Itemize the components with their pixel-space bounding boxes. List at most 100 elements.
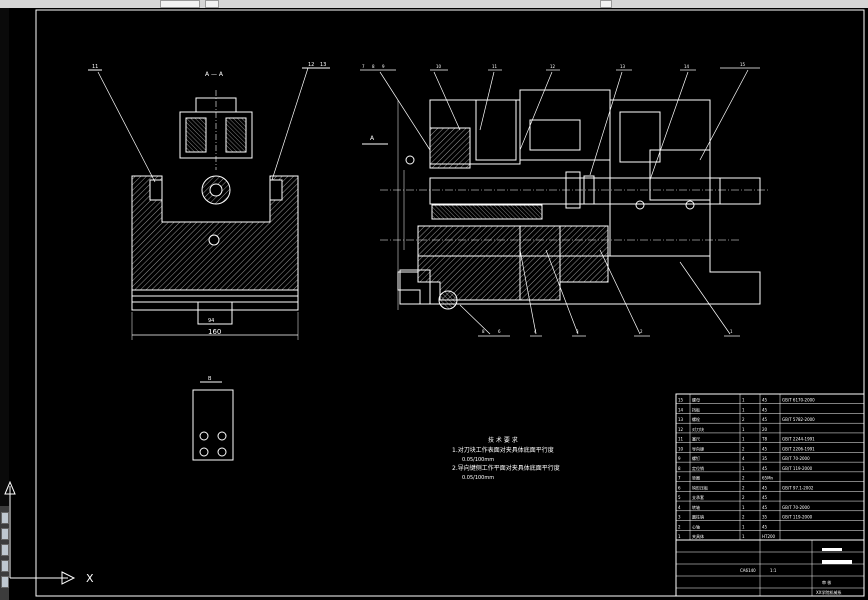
bom-cell: 45 [762, 466, 768, 471]
bom-cell: 45 [762, 417, 768, 422]
bom-cell: HT200 [762, 534, 776, 539]
bom-cell: 1 [742, 534, 745, 539]
bom-cell: 15 [678, 398, 684, 403]
bom-cell: 45 [762, 505, 768, 510]
bom-cell: 1 [742, 524, 745, 529]
bom-cell: 螺钉 [692, 455, 700, 461]
bom-cell: 2 [742, 515, 745, 520]
bom-cell: 螺栓 [692, 416, 700, 422]
bom-cell: 9 [678, 456, 681, 461]
bom-cell: 2 [742, 495, 745, 500]
bom-cell: 12 [678, 427, 684, 432]
svg-text:7: 7 [362, 64, 365, 69]
bom-cell: GB/T 2206-1991 [782, 446, 815, 451]
bom-cell: 心轴 [692, 523, 700, 529]
svg-text:XX学院机械系: XX学院机械系 [816, 589, 841, 595]
bom-cell: GB/T 5782-2000 [782, 417, 815, 422]
technical-requirements: 技 术 要 求 1.对刀块工作表面对夹具体底面平行度 0.05/100mm 2.… [452, 436, 560, 481]
bom-cell: 4 [742, 456, 745, 461]
bom-cell: 45 [762, 446, 768, 451]
bom-cell: 挡板 [692, 406, 700, 412]
svg-text:11: 11 [492, 64, 498, 69]
bom-cell: 定位销 [692, 465, 704, 471]
section-mark-a: A [370, 135, 375, 142]
svg-text:CA6140: CA6140 [740, 568, 756, 573]
tech-line-1: 1.对刀块工作表面对夹具体底面平行度 [452, 446, 554, 454]
dimension-160: 160 [208, 328, 221, 336]
bom-cell: 45 [762, 495, 768, 500]
ucs-icon: X [4, 480, 94, 585]
bom-cell: 1 [742, 437, 745, 442]
tech-line-2: 2.导向键侧工作平面对夹具体底面平行度 [452, 464, 560, 472]
tech-line-2-value: 0.05/100mm [462, 475, 494, 481]
bom-cell: 2 [742, 485, 745, 490]
bom-cell: 1 [742, 398, 745, 403]
bom-cell: 支承套 [692, 494, 704, 500]
bom-cell: 对刀块 [692, 426, 704, 432]
bom-cell: GB/T 97.1-2002 [782, 485, 814, 490]
bom-cell: 14 [678, 407, 684, 412]
svg-text:审 核: 审 核 [822, 579, 831, 585]
svg-text:3: 3 [576, 329, 579, 334]
bill-of-materials: 15 螺母 1 45 GB/T 6170-200014 挡板 1 4513 螺栓 2 45 GB/T … [675, 393, 865, 597]
bom-cell: 垫圈 [692, 475, 700, 481]
svg-text:13: 13 [320, 62, 326, 68]
bom-cell: T8 [761, 437, 767, 442]
bom-cell: GB/T 70-2000 [782, 456, 810, 461]
view-b: B [192, 376, 234, 461]
ucs-x-label: X [86, 572, 94, 585]
svg-text:9: 9 [382, 64, 385, 69]
bom-cell: 35 [762, 456, 768, 461]
bom-cell: 13 [678, 417, 684, 422]
svg-text:1:1: 1:1 [770, 568, 777, 573]
bom-cell: 45 [762, 398, 768, 403]
bom-cell: 1 [742, 466, 745, 471]
tech-line-1-value: 0.05/100mm [462, 457, 494, 463]
bom-cell: 1 [678, 534, 681, 539]
bom-cell: GB/T 119-2000 [782, 515, 813, 520]
bom-cell: GB/T 2244-1991 [782, 437, 815, 442]
svg-text:15: 15 [740, 62, 746, 67]
bom-cell: 钩形压板 [692, 484, 708, 490]
bom-cell: 2 [742, 476, 745, 481]
svg-text:13: 13 [620, 64, 626, 69]
bom-cell: 35 [762, 515, 768, 520]
svg-text:12: 12 [550, 64, 556, 69]
svg-text:14: 14 [684, 64, 690, 69]
svg-text:10: 10 [436, 64, 442, 69]
svg-text:11: 11 [92, 64, 98, 70]
bom-cell: 10 [678, 446, 684, 451]
view-b-title: B [208, 376, 212, 382]
bom-cell: 11 [678, 437, 684, 442]
bom-cell: 导向键 [692, 445, 704, 451]
tech-title: 技 术 要 求 [488, 436, 518, 444]
svg-text:4: 4 [534, 329, 537, 334]
bom-cell: 圆柱销 [692, 514, 704, 520]
cad-viewport[interactable]: A — A 160 94 11 12 13 A 7 8 9 10 11 12 1… [0, 0, 868, 600]
bom-cell: 65Mn [762, 476, 774, 481]
bom-cell: 1 [742, 407, 745, 412]
svg-text:8: 8 [372, 64, 375, 69]
bom-cell: 2 [742, 446, 745, 451]
svg-text:8: 8 [482, 329, 485, 334]
svg-text:2: 2 [640, 329, 643, 334]
bom-cell: 1 [742, 505, 745, 510]
bom-cell: 2 [678, 524, 681, 529]
dimension-94: 94 [208, 318, 214, 324]
svg-text:1: 1 [730, 329, 733, 334]
section-title-a: A — A [205, 71, 224, 78]
bom-cell: 8 [678, 466, 681, 471]
bom-cell: 45 [762, 485, 768, 490]
bom-cell: 1 [742, 427, 745, 432]
bom-cell: 塞尺 [692, 436, 700, 442]
svg-text:12: 12 [308, 62, 314, 68]
bom-cell: 45 [762, 524, 768, 529]
main-view: A 7 8 9 10 11 12 13 14 15 8 6 4 3 2 1 [360, 62, 770, 337]
bom-cell: GB/T 6170-2000 [782, 398, 815, 403]
bom-cell: 7 [678, 476, 681, 481]
bom-cell: 转轴 [692, 504, 700, 510]
drawing-canvas[interactable]: A — A 160 94 11 12 13 A 7 8 9 10 11 12 1… [0, 0, 868, 600]
bom-cell: 45 [762, 407, 768, 412]
bom-cell: 2 [742, 417, 745, 422]
bom-cell: 20 [762, 427, 768, 432]
